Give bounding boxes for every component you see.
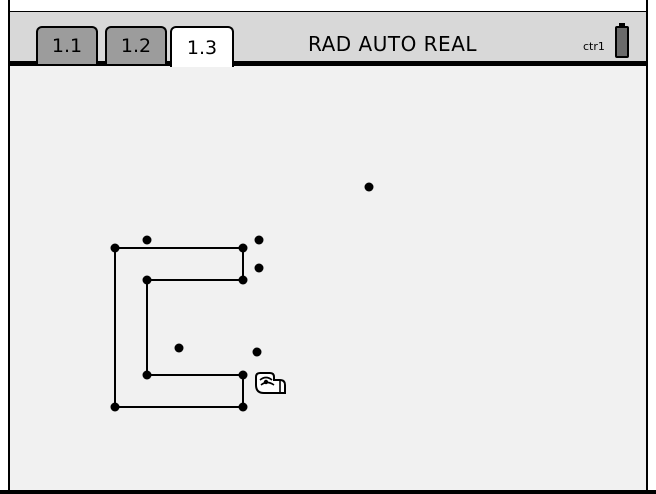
- tab-label: 1.3: [186, 36, 218, 59]
- point[interactable]: [142, 235, 152, 245]
- tab-page-1-3[interactable]: 1.3: [170, 26, 234, 67]
- tab-label: 1.1: [51, 35, 83, 57]
- left-frame: [0, 0, 10, 494]
- header-bar: 1.1 1.2 1.3 RAD AUTO REAL ctr1: [10, 12, 646, 67]
- geometry-canvas-area[interactable]: [12, 71, 644, 494]
- top-window-strip: [0, 0, 656, 12]
- point[interactable]: [254, 235, 264, 245]
- point[interactable]: [252, 347, 262, 357]
- point[interactable]: [364, 182, 374, 192]
- point[interactable]: [238, 275, 248, 285]
- point[interactable]: [142, 370, 152, 380]
- tab-label: 1.2: [120, 35, 152, 57]
- point[interactable]: [174, 343, 184, 353]
- battery-icon: [615, 26, 629, 58]
- point[interactable]: [238, 402, 248, 412]
- point[interactable]: [238, 370, 248, 380]
- bottom-frame: [0, 490, 656, 494]
- point[interactable]: [110, 402, 120, 412]
- right-frame: [646, 0, 656, 494]
- tab-page-1-1[interactable]: 1.1: [36, 26, 98, 64]
- calculator-screen: 1.1 1.2 1.3 RAD AUTO REAL ctr1: [0, 0, 656, 494]
- grab-hand-cursor-icon: [255, 372, 286, 394]
- point[interactable]: [110, 243, 120, 253]
- c-shape-polyline: [114, 247, 244, 408]
- mode-status-text: RAD AUTO REAL: [308, 32, 478, 56]
- geometry-canvas[interactable]: [12, 71, 644, 490]
- point[interactable]: [142, 275, 152, 285]
- point[interactable]: [238, 243, 248, 253]
- point[interactable]: [254, 263, 264, 273]
- tab-page-1-2[interactable]: 1.2: [105, 26, 167, 64]
- points: [110, 182, 374, 412]
- document-name: ctr1: [583, 40, 605, 53]
